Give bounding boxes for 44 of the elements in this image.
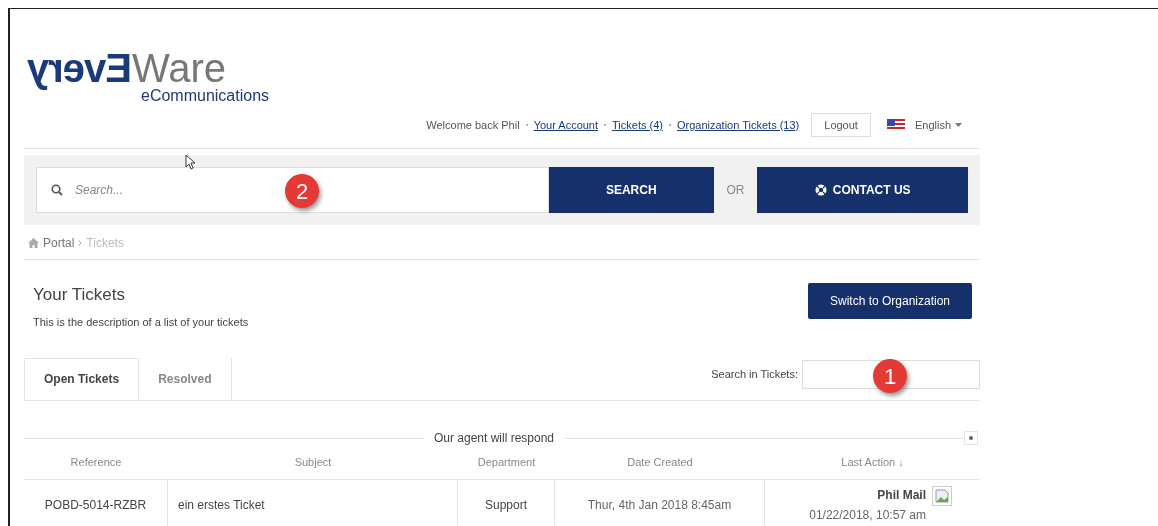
search-placeholder: Search... <box>75 182 124 199</box>
logout-button[interactable]: Logout <box>811 113 871 137</box>
breadcrumb-item[interactable]: Portal <box>43 234 75 252</box>
search-icon <box>51 184 63 196</box>
flag-icon <box>886 119 905 131</box>
language-dropdown[interactable]: English <box>914 116 962 134</box>
breadcrumb-item: Tickets <box>86 235 124 252</box>
tab[interactable]: Resolved <box>139 358 232 400</box>
or-text: OR <box>725 182 746 199</box>
column-header[interactable]: Date Created <box>555 454 765 471</box>
broken-image-icon <box>932 486 952 506</box>
caret-icon <box>955 123 962 127</box>
column-header[interactable]: Last Action ↓ <box>765 454 980 471</box>
dot-toggle-icon[interactable] <box>964 431 978 445</box>
welcome-text: Welcome back Phil <box>426 117 520 133</box>
group-label: Our agent will respond <box>432 430 556 447</box>
table-cell-text: ein erstes Ticket <box>178 497 265 514</box>
logo-tagline: eCommunications <box>141 88 271 104</box>
table-cell-text: Thur, 4th Jan 2018 8:45am <box>587 497 732 514</box>
pointer-icon <box>185 154 196 170</box>
column-header[interactable]: Department <box>458 454 555 471</box>
contact-button[interactable]: CONTACT US <box>757 167 968 213</box>
ticket-search-label: Search in Tickets: <box>711 367 798 383</box>
home-icon <box>28 238 39 248</box>
nav-link[interactable]: Your Account <box>533 116 599 134</box>
table-cell-text: POBD-5014-RZBR <box>44 497 147 514</box>
logo-text: Ware <box>132 48 227 88</box>
column-header[interactable]: Subject <box>168 454 458 471</box>
switch-organization-button[interactable]: Switch to Organization <box>808 283 972 319</box>
nav-link[interactable]: Tickets (4) <box>612 116 663 134</box>
column-header[interactable]: Reference <box>24 454 168 471</box>
lifebuoy-icon <box>814 184 827 196</box>
page-title: Your Tickets <box>33 284 126 306</box>
table-cell-text: Phil Mail <box>877 487 926 504</box>
chevron-icon <box>78 240 83 246</box>
tab[interactable]: Open Tickets <box>24 358 140 400</box>
table-cell-text: 01/22/2018, 10:57 am <box>809 507 926 524</box>
page-description: This is the description of a list of your tickets <box>33 314 249 330</box>
table-cell-text: Support <box>485 497 527 514</box>
search-button[interactable]: SEARCH <box>548 167 714 213</box>
logo-mirrored-text: Every <box>28 48 132 88</box>
marker-badge: 2 <box>285 174 319 208</box>
marker-badge: 1 <box>873 359 907 393</box>
nav-link[interactable]: Organization Tickets (13) <box>677 116 800 134</box>
